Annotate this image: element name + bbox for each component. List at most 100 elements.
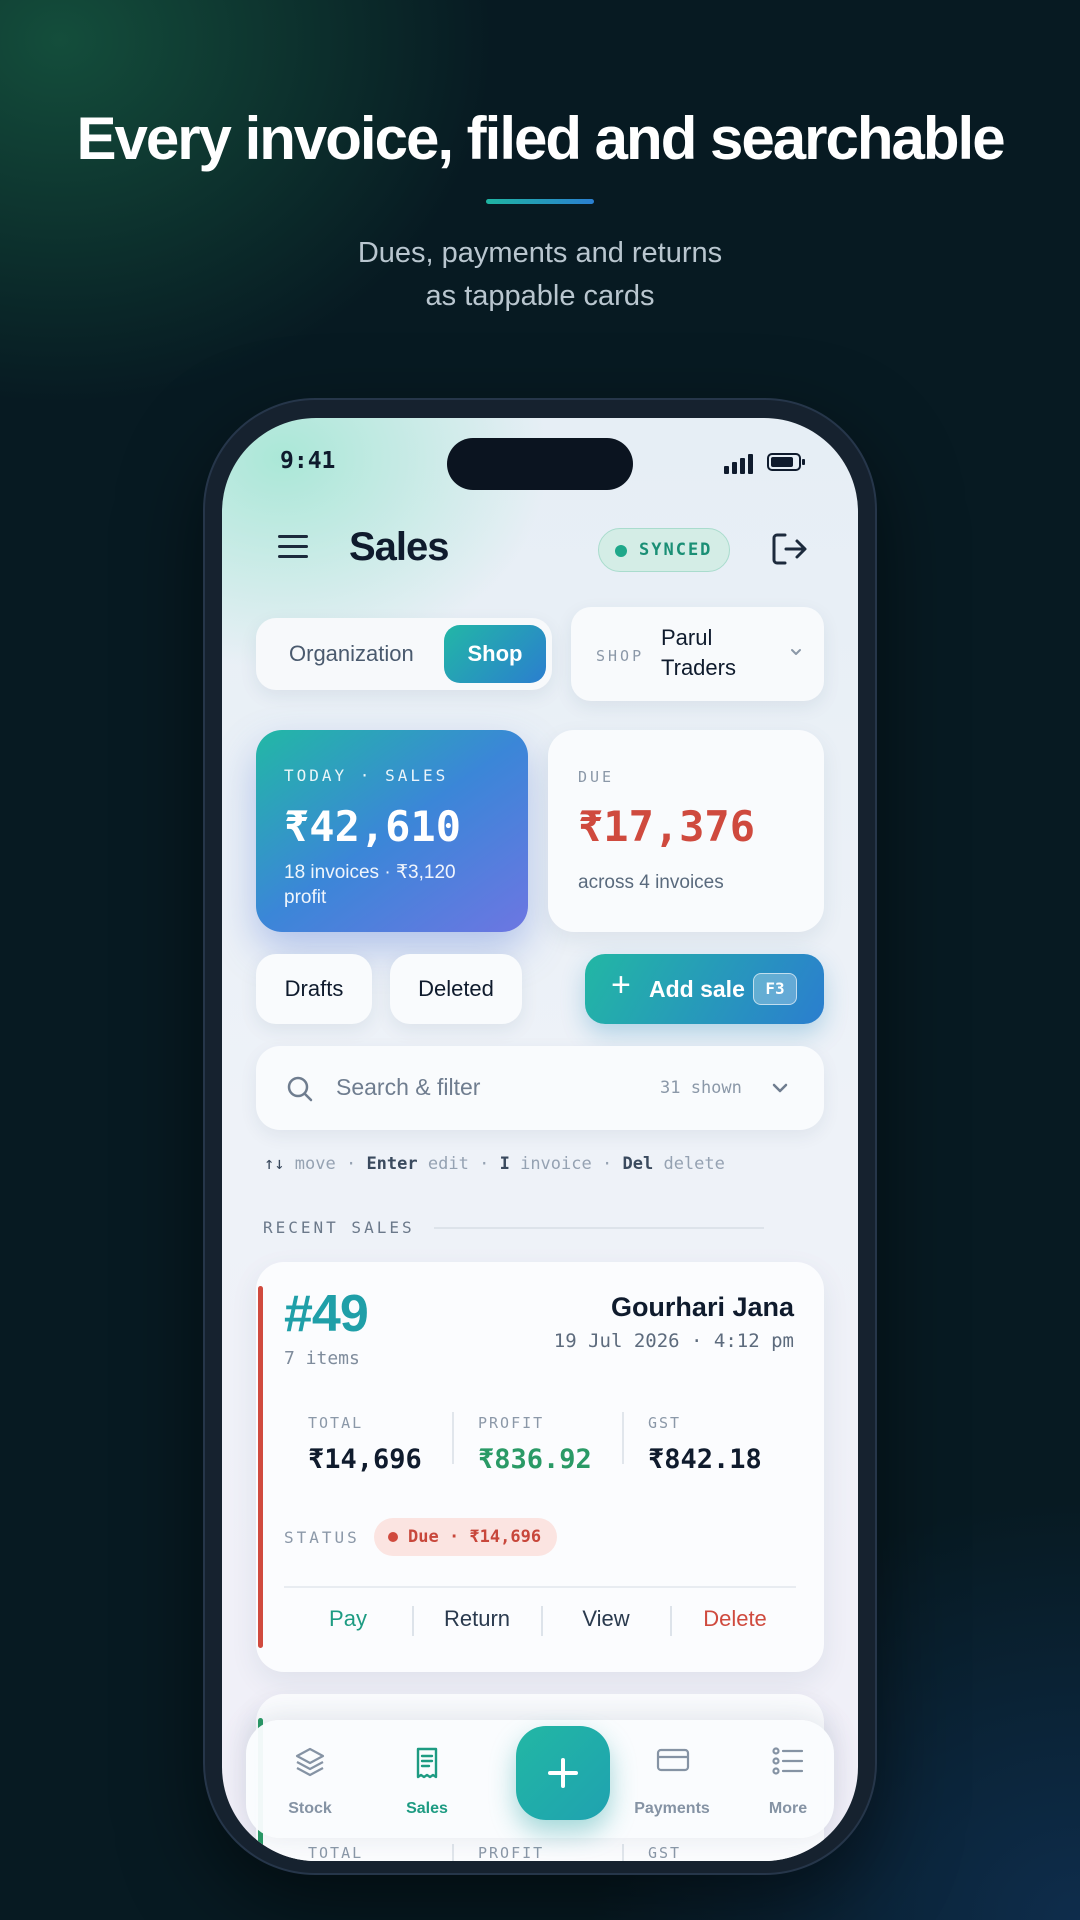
shop-picker-label: SHOP [596,647,645,665]
subhead-line-2: as tappable cards [425,280,655,312]
phone-screen: 9:41 Sales SYNCED Organization Shop SHOP… [222,418,858,1861]
hint-separator: · [345,1154,357,1174]
metric-divider [622,1412,624,1464]
delete-button[interactable]: Delete [671,1606,799,1632]
metric-divider [452,1412,454,1464]
return-button[interactable]: Return [413,1606,541,1632]
subhead-line-1: Dues, payments and returns [357,237,723,269]
search-placeholder: Search & filter [336,1074,481,1100]
plus-icon: + [611,966,631,1004]
metric-value: ₹836.92 [478,1444,592,1475]
tab-more[interactable]: More [738,1720,838,1838]
today-sales-label: TODAY · SALES [284,766,449,785]
metric-divider [452,1844,454,1861]
metric-label: PROFIT [478,1414,545,1432]
today-sales-sub: 18 invoices · ₹3,120 profit [284,862,456,908]
hint-move-key: ↑↓ [264,1154,285,1174]
scope-option-shop[interactable]: Shop [444,625,546,683]
subhead: Dues, payments and returns as tappable c… [0,232,1080,318]
shortcut-key-badge: F3 [753,973,797,1005]
metric-profit: PROFIT ₹836.92 [478,1414,592,1475]
status-time: 9:41 [280,448,336,474]
metric-label: TOTAL [308,1844,364,1861]
card-divider [284,1586,796,1588]
receipt-icon [416,1747,438,1779]
metric-label: GST [648,1844,682,1861]
tab-label: Payments [634,1800,710,1817]
battery-icon [767,453,805,471]
customer-name: Gourhari Jana [610,1292,794,1322]
status-badge: Due · ₹14,696 [374,1518,558,1556]
shop-picker-value: Parul Traders [661,623,781,683]
drafts-button[interactable]: Drafts [256,954,372,1024]
today-sales-card[interactable]: TODAY · SALES ₹42,610 18 invoices · ₹3,1… [256,730,528,932]
section-divider [434,1227,764,1229]
status-label: STATUS [284,1528,360,1547]
today-sales-amount: ₹42,610 [284,802,462,851]
tab-label: Sales [406,1800,448,1817]
metric-value: ₹14,696 [308,1444,422,1475]
tab-label: More [768,1800,808,1817]
section-title: RECENT SALES [263,1218,415,1237]
hamburger-menu-icon[interactable] [278,535,308,559]
results-count: 31 shown [660,1078,742,1098]
search-input[interactable]: Search & filter 31 shown [256,1046,824,1130]
hint-invoice: invoice [520,1154,592,1174]
search-icon [287,1076,313,1102]
metric-value: ₹842.18 [648,1444,762,1475]
bottom-tab-bar: Stock Sales Payments More [246,1720,834,1838]
shop-name-line-2: Traders [661,655,736,680]
tab-label: Stock [288,1800,332,1817]
tab-payments[interactable]: Payments [622,1720,722,1838]
item-count: 7 items [284,1348,360,1369]
keyboard-hints: ↑↓ move · Enter edit · I invoice · Del d… [264,1154,725,1174]
signal-icon [724,452,754,474]
hint-move: move [294,1154,336,1174]
chevron-down-icon[interactable] [772,1082,788,1094]
hint-invoice-key: I [499,1154,510,1174]
scope-toggle: Organization Shop [256,618,552,690]
hint-edit-key: Enter [366,1154,418,1174]
layers-icon [295,1747,325,1777]
hint-delete: delete [663,1154,725,1174]
add-fab-button[interactable] [516,1726,610,1820]
headline-underline [486,199,594,204]
headline: Every invoice, filed and searchable [76,105,1005,172]
list-icon [772,1747,804,1775]
add-sale-button[interactable]: + Add sale F3 [585,954,824,1024]
shop-picker[interactable]: SHOP Parul Traders [571,607,824,701]
page-title: Sales [349,525,450,569]
pay-button[interactable]: Pay [284,1606,412,1632]
deleted-button[interactable]: Deleted [390,954,522,1024]
dynamic-island [447,438,633,490]
metric-divider [622,1844,624,1861]
scope-option-organization[interactable]: Organization [289,618,414,690]
metric-gst: GST ₹842.18 [648,1414,762,1475]
sync-dot [615,545,627,557]
hint-delete-key: Del [622,1154,654,1174]
hint-separator: · [601,1154,613,1174]
logout-icon[interactable] [770,531,808,567]
invoice-number: #49 [284,1285,369,1343]
metric-total: TOTAL ₹14,696 [308,1414,422,1475]
hint-separator: · [479,1154,490,1174]
due-sub: across 4 invoices [578,872,724,893]
invoice-datetime: 19 Jul 2026 · 4:12 pm [553,1330,794,1352]
due-amount: ₹17,376 [578,802,756,851]
sale-card[interactable]: #49 7 items Gourhari Jana 19 Jul 2026 · … [256,1262,824,1672]
tab-sales[interactable]: Sales [377,1720,477,1838]
due-label: DUE [578,768,615,786]
sync-status-badge: SYNCED [598,528,730,572]
chevron-down-icon [791,649,801,655]
view-button[interactable]: View [542,1606,670,1632]
due-card[interactable]: DUE ₹17,376 across 4 invoices [548,730,824,932]
hint-edit: edit [427,1154,469,1174]
metric-label: GST [648,1414,682,1432]
metric-label: PROFIT [478,1844,545,1861]
card-icon [656,1748,690,1772]
sync-label: SYNCED [639,540,713,560]
add-sale-label: Add sale [649,976,745,1002]
due-status-bar [258,1286,263,1648]
tab-stock[interactable]: Stock [260,1720,360,1838]
shop-name-line-1: Parul [661,625,713,650]
